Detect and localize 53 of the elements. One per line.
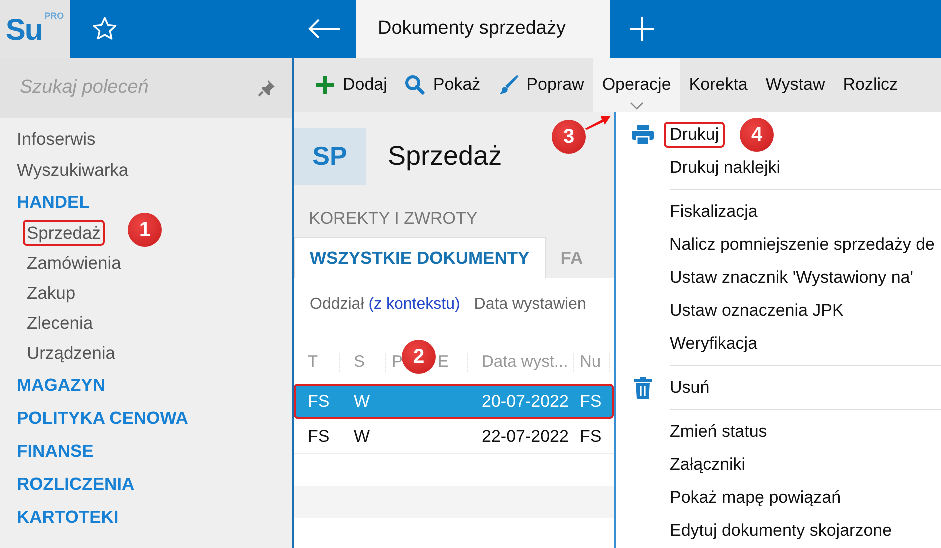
nav-item[interactable]: Infoserwis <box>13 126 100 152</box>
context-link[interactable]: (z kontekstu) <box>368 296 460 313</box>
tab[interactable]: WSZYSTKIE DOKUMENTY <box>294 237 546 278</box>
menu-item[interactable]: Ustaw oznaczenia JPK <box>664 298 850 324</box>
brush-icon <box>498 75 519 95</box>
nav-section[interactable]: KARTOTEKI <box>13 504 123 530</box>
toolbar-button[interactable]: Korekta <box>680 58 757 112</box>
menu-item[interactable]: Załączniki <box>664 452 752 478</box>
nav-item[interactable]: Zamówienia <box>23 250 126 276</box>
nav-item[interactable]: Wyszukiwarka <box>13 156 133 182</box>
star-icon[interactable] <box>92 16 118 42</box>
nav-item[interactable]: Urządzenia <box>23 340 120 366</box>
nav-item[interactable]: Sprzedaż <box>23 220 105 246</box>
toolbar-button[interactable]: Wystaw <box>756 58 834 112</box>
plus-icon <box>315 75 335 95</box>
plus-icon[interactable] <box>629 16 655 42</box>
arrow-icon <box>584 114 612 130</box>
filter-label: Oddział (z kontekstu) <box>310 296 460 315</box>
menu-item[interactable]: Fiskalizacja <box>664 198 764 224</box>
menu-item[interactable]: Nalicz pomniejszenie sprzedaży de <box>663 232 941 258</box>
printer-icon <box>632 124 654 144</box>
module-title: Sprzedaż <box>388 141 502 172</box>
menu-item[interactable]: Ustaw znacznik 'Wystawiony na' <box>664 264 920 290</box>
toolbar-button[interactable]: Popraw <box>490 58 594 112</box>
nav-section[interactable]: ROZLICZENIA <box>13 470 139 496</box>
menu-item[interactable]: Pokaż mapę powiązań <box>664 484 848 510</box>
filter-label: Data wystawien <box>474 296 586 315</box>
menu-item[interactable]: Edytuj dokumenty skojarzone <box>664 518 898 544</box>
group-label: KOREKTY I ZWROTY <box>308 208 479 229</box>
chevron-icon <box>630 102 644 110</box>
nav-item[interactable]: Zlecenia <box>23 310 98 336</box>
menu-item[interactable]: Drukuj <box>664 122 726 148</box>
menu-item[interactable]: Zmień status <box>664 418 774 444</box>
pin-icon[interactable] <box>258 79 276 97</box>
search-input[interactable]: Szukaj poleceń <box>18 76 250 100</box>
nav-section[interactable]: POLITYKA CENOWA <box>13 404 192 430</box>
nav-item[interactable]: Zakup <box>23 280 80 306</box>
menu-item[interactable]: Usuń <box>664 374 716 400</box>
document-tab[interactable]: Dokumenty sprzedaży <box>356 0 610 58</box>
toolbar-button[interactable]: Pokaż <box>396 58 490 112</box>
trash-icon <box>634 376 652 398</box>
menu-item[interactable]: Weryfikacja <box>664 330 764 356</box>
search-field[interactable]: Szukaj poleceń <box>0 58 292 118</box>
toolbar-button[interactable]: Operacje <box>593 58 680 112</box>
toolbar-button[interactable]: Dodaj <box>306 58 396 112</box>
nav-section[interactable]: MAGAZYN <box>13 372 110 398</box>
back-arrow-icon[interactable] <box>307 18 341 40</box>
toolbar-button[interactable]: Rozlicz <box>834 58 908 112</box>
nav-section[interactable]: FINANSE <box>13 438 98 464</box>
nav-section[interactable]: HANDEL <box>13 188 94 214</box>
menu-item[interactable]: Drukuj naklejki <box>664 154 787 180</box>
module-badge: SP <box>294 128 366 185</box>
search-icon <box>405 75 426 95</box>
